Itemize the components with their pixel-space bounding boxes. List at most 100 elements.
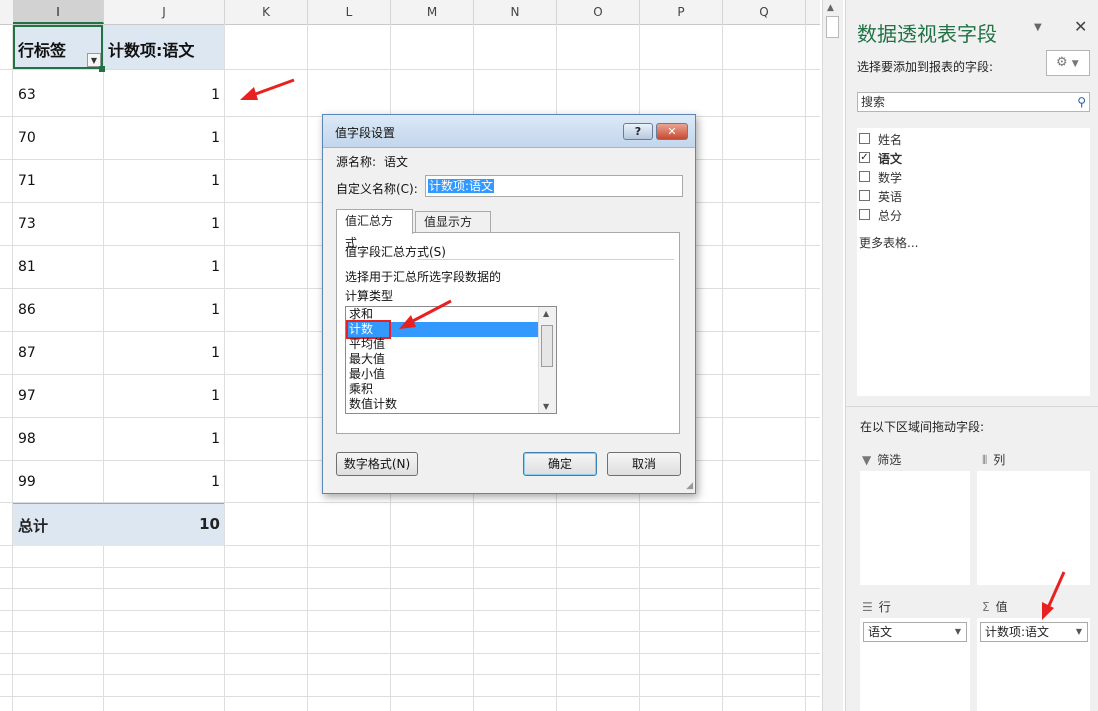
filters-text: 筛选	[877, 453, 902, 467]
pivot-row-key[interactable]: 81	[18, 246, 98, 288]
pane-close-icon[interactable]: ✕	[1074, 17, 1087, 36]
pivot-row-value[interactable]: 1	[104, 246, 220, 288]
columns-zone-label: ⦀ 列	[982, 451, 1005, 468]
pivot-row-value[interactable]: 1	[104, 289, 220, 331]
pivot-row-key[interactable]: 71	[18, 160, 98, 202]
chevron-down-icon[interactable]: ▼	[1076, 623, 1082, 641]
grand-total-value: 10	[199, 515, 220, 533]
list-item-count[interactable]: 计数	[346, 320, 391, 339]
gridline	[0, 567, 820, 568]
checkbox[interactable]	[859, 171, 870, 182]
dialog-titlebar[interactable]: 值字段设置 ? ✕	[323, 115, 695, 148]
pivot-row-key[interactable]: 98	[18, 418, 98, 460]
column-header-o[interactable]: O	[557, 0, 640, 24]
list-item-product[interactable]: 乘积	[348, 382, 539, 397]
chevron-down-icon[interactable]: ▼	[955, 623, 961, 641]
checkbox[interactable]	[859, 209, 870, 220]
field-label: 总分	[878, 209, 903, 223]
pivot-value-header[interactable]: 计数项:语文	[104, 25, 224, 69]
scroll-thumb[interactable]	[826, 16, 839, 38]
pivot-row-value[interactable]: 1	[104, 375, 220, 417]
list-item-sum[interactable]: 求和	[348, 307, 539, 322]
pivot-row-key[interactable]: 86	[18, 289, 98, 331]
pivot-row-value[interactable]: 1	[104, 74, 220, 116]
filters-zone[interactable]	[860, 471, 970, 585]
gear-icon[interactable]: ⚙ ▼	[1046, 50, 1090, 76]
gridline	[0, 653, 820, 654]
values-zone[interactable]: 计数项:语文 ▼	[977, 618, 1090, 711]
pivot-grand-total-row[interactable]: 总计 10	[13, 503, 224, 546]
list-item-count-numbers[interactable]: 数值计数	[348, 397, 539, 412]
column-header-l[interactable]: L	[308, 0, 391, 24]
pane-splitter[interactable]	[846, 406, 1098, 407]
pivot-row-value[interactable]: 1	[104, 418, 220, 460]
column-header-m[interactable]: M	[391, 0, 474, 24]
tab-summarize-by[interactable]: 值汇总方式	[336, 209, 413, 250]
column-header-q[interactable]: Q	[723, 0, 806, 24]
pivot-row-value[interactable]: 1	[104, 203, 220, 245]
pivot-row-key[interactable]: 87	[18, 332, 98, 374]
column-header-i[interactable]: I	[13, 0, 104, 24]
column-header-n[interactable]: N	[474, 0, 557, 24]
list-item-max[interactable]: 最大值	[348, 352, 539, 367]
fill-handle[interactable]	[99, 66, 105, 72]
pane-options-chevron-icon[interactable]: ▼	[1034, 22, 1042, 33]
pivot-row-value[interactable]: 1	[104, 332, 220, 374]
dialog-title: 值字段设置	[335, 126, 396, 140]
columns-zone[interactable]	[977, 471, 1090, 585]
field-label: 英语	[878, 190, 903, 204]
search-icon[interactable]: ⚲	[1077, 93, 1086, 111]
list-item-average[interactable]: 平均值	[348, 337, 539, 352]
pivot-row-key[interactable]: 63	[18, 74, 98, 116]
pivot-row-value[interactable]: 1	[104, 461, 220, 503]
pivot-field-list-pane: 数据透视表字段 ▼ ✕ 选择要添加到报表的字段: ⚙ ▼ 搜索 ⚲ 姓名 ✓ 语…	[845, 0, 1098, 711]
list-item-min[interactable]: 最小值	[348, 367, 539, 382]
custom-name-input[interactable]: 计数项:语文	[425, 175, 683, 197]
filter-dropdown-icon[interactable]: ▼	[87, 53, 101, 67]
cancel-button[interactable]: 取消	[607, 452, 681, 476]
calculation-type-list[interactable]: 求和 计数 平均值 最大值 最小值 乘积 数值计数 ▲ ▼	[345, 306, 557, 414]
pane-title: 数据透视表字段	[857, 22, 997, 46]
instruction-text-2: 计算类型	[345, 289, 394, 303]
scroll-up-icon[interactable]: ▲	[543, 309, 549, 318]
pivot-row-key[interactable]: 99	[18, 461, 98, 503]
rows-field-chip[interactable]: 语文 ▼	[863, 622, 967, 642]
column-header-j[interactable]: J	[104, 0, 225, 24]
sheet-vertical-scrollbar[interactable]: ▲	[822, 0, 843, 711]
row-label-header-text: 行标签	[18, 41, 67, 60]
pivot-row-value[interactable]: 1	[104, 160, 220, 202]
list-scroll-thumb[interactable]	[541, 325, 553, 367]
values-field-chip[interactable]: 计数项:语文 ▼	[980, 622, 1088, 642]
pivot-row-label-header[interactable]: 行标签 ▼	[13, 25, 103, 69]
resize-grip-icon[interactable]: ◢	[686, 481, 693, 491]
custom-name-text: 计数项:语文	[428, 179, 495, 193]
scroll-down-icon[interactable]: ▼	[543, 402, 549, 411]
grand-total-label: 总计	[18, 517, 49, 535]
pivot-row-key[interactable]: 70	[18, 117, 98, 159]
more-tables-link[interactable]: 更多表格...	[859, 234, 918, 251]
column-header-bar: I J K L M N O P Q	[0, 0, 820, 25]
column-header-k[interactable]: K	[225, 0, 308, 24]
column-header-p[interactable]: P	[640, 0, 723, 24]
pivot-row-value[interactable]: 1	[104, 117, 220, 159]
rows-zone[interactable]: 语文 ▼	[860, 618, 970, 711]
checkbox-checked[interactable]: ✓	[859, 152, 870, 163]
value-field-settings-dialog: 值字段设置 ? ✕ 源名称: 语文 自定义名称(C): 计数项:语文 值汇总方式…	[322, 114, 696, 494]
value-header-text: 计数项:语文	[108, 41, 195, 60]
number-format-button[interactable]: 数字格式(N)	[336, 452, 418, 476]
summarize-group-label: 值字段汇总方式(S)	[345, 245, 446, 259]
help-button[interactable]: ?	[623, 123, 653, 140]
source-name-value: 语文	[384, 155, 409, 169]
scroll-up-icon[interactable]: ▲	[827, 3, 834, 13]
close-button[interactable]: ✕	[656, 123, 688, 140]
checkbox[interactable]	[859, 190, 870, 201]
field-search-input[interactable]: 搜索 ⚲	[857, 92, 1090, 112]
drag-prompt: 在以下区域间拖动字段:	[860, 420, 985, 434]
list-scrollbar[interactable]: ▲ ▼	[538, 307, 556, 413]
pivot-row-key[interactable]: 97	[18, 375, 98, 417]
checkbox[interactable]	[859, 133, 870, 144]
tab-show-values-as[interactable]: 值显示方式	[415, 211, 491, 249]
gridline	[0, 610, 820, 611]
ok-button[interactable]: 确定	[523, 452, 597, 476]
pivot-row-key[interactable]: 73	[18, 203, 98, 245]
